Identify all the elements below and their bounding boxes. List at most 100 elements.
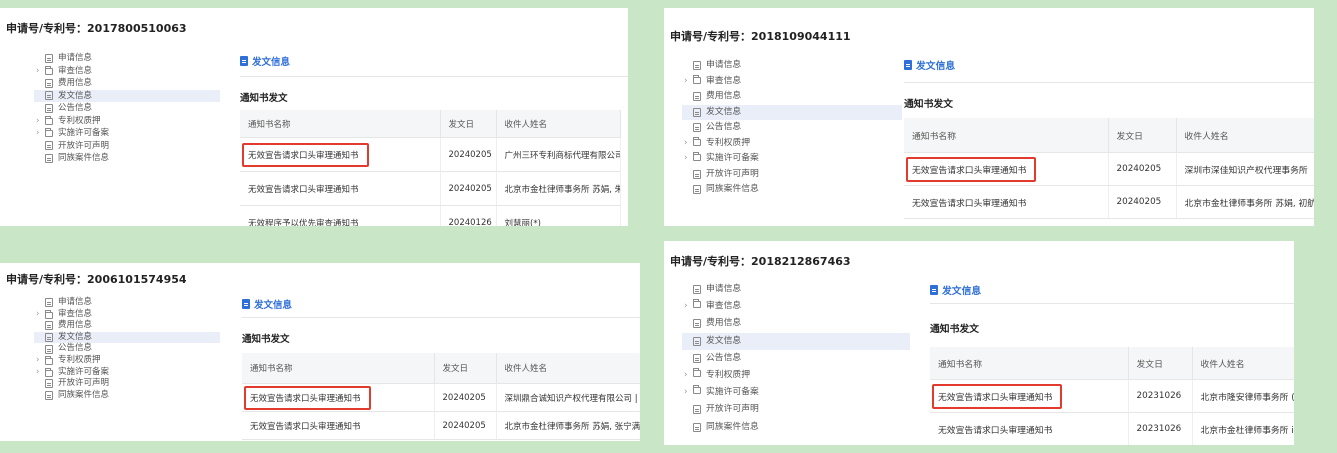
- tree-item-9[interactable]: 同族案件信息: [682, 419, 910, 436]
- tree-item-3[interactable]: 费用信息: [682, 315, 910, 332]
- tree-item-label: 发文信息: [706, 106, 742, 117]
- expand-arrow-icon[interactable]: ›: [684, 367, 692, 384]
- tree-item-6[interactable]: › 专利权质押: [682, 367, 910, 384]
- tree-item-label: 费用信息: [58, 78, 93, 88]
- tree-item-2[interactable]: › 审查信息: [34, 65, 220, 78]
- expand-arrow-icon[interactable]: ›: [684, 151, 692, 167]
- notice-name-cell[interactable]: 无效程序予以优先审查通知书: [240, 205, 441, 227]
- tree-item-1[interactable]: 申请信息: [682, 281, 910, 298]
- document-icon: [930, 285, 938, 295]
- table-row[interactable]: 无效宣告请求口头审理通知书 20240205 北京市金杜律师事务所 苏娟, 初航: [904, 185, 1314, 219]
- tree-item-5[interactable]: 公告信息: [34, 343, 220, 355]
- table-row[interactable]: 无效宣告请求口头审理通知书 20231026 北京市金杜律师事务所 i: [930, 412, 1294, 445]
- table-row[interactable]: 无效宣告请求口头审理通知书 20240205 深圳鼎合诚知识产权代理有限公司 |: [242, 383, 640, 412]
- document-icon: [693, 169, 701, 179]
- table-row[interactable]: 无效宣告请求口头审理通知书 20240205 北京市金杜律师事务所 苏娟, 朱利: [240, 171, 621, 206]
- tree-item-7[interactable]: › 实施许可备案: [682, 384, 910, 401]
- tree-item-9[interactable]: 同族案件信息: [682, 182, 902, 198]
- expand-arrow-icon[interactable]: ›: [36, 355, 44, 367]
- document-icon: [693, 123, 701, 133]
- nav-tree: 申请信息 › 审查信息 费用信息 发文信息 公告信息 › 专利权质押 › 实施许可备案 开放许可声明…: [682, 58, 902, 198]
- expand-arrow-icon[interactable]: ›: [684, 136, 692, 152]
- expand-arrow-icon[interactable]: ›: [684, 298, 692, 315]
- recipient-cell: 北京市金杜律师事务所 苏娟, 初航: [1176, 185, 1314, 219]
- patent-number-value: 2006101574954: [87, 273, 187, 286]
- tree-item-5[interactable]: 公告信息: [34, 102, 220, 115]
- notice-name-cell[interactable]: 无效宣告请求口头审理通知书: [904, 185, 1109, 219]
- tree-item-9[interactable]: 同族案件信息: [34, 152, 220, 165]
- expand-arrow-icon[interactable]: ›: [36, 65, 44, 78]
- notice-name-cell[interactable]: 无效宣告请求口头审理通知书: [242, 383, 435, 412]
- notice-name[interactable]: 无效宣告请求口头审理通知书: [248, 185, 359, 195]
- notice-name-cell[interactable]: 无效宣告请求口头审理通知书: [240, 171, 441, 206]
- expand-arrow-icon[interactable]: ›: [684, 74, 692, 90]
- notice-name-cell[interactable]: 无效宣告请求口头审理通知书: [904, 152, 1109, 186]
- tree-item-2[interactable]: › 审查信息: [682, 298, 910, 315]
- tree-item-7[interactable]: › 实施许可备案: [34, 127, 220, 140]
- tree-item-1[interactable]: 申请信息: [34, 52, 220, 65]
- document-icon: [45, 78, 53, 88]
- tree-item-4[interactable]: 发文信息: [34, 89, 220, 102]
- notice-table: 通知书名称 发文日 收件人姓名 无效宣告请求口头审理通知书 20240205 深圳市深佳知…: [904, 118, 1314, 219]
- tree-item-label: 公告信息: [58, 343, 93, 354]
- notice-name-cell[interactable]: 无效宣告请求口头审理通知书: [242, 411, 435, 440]
- folder-icon: [693, 152, 701, 161]
- highlighted-notice-name[interactable]: 无效宣告请求口头审理通知书: [932, 383, 1063, 409]
- record-panel-4: 申请号/专利号：2018212867463 申请信息 › 审查信息 费用信息 发文信息 公告…: [664, 241, 1294, 445]
- tree-item-4[interactable]: 发文信息: [682, 332, 910, 350]
- tree-item-4[interactable]: 发文信息: [682, 104, 902, 120]
- highlighted-notice-name[interactable]: 无效宣告请求口头审理通知书: [906, 156, 1037, 182]
- tree-item-5[interactable]: 公告信息: [682, 120, 902, 136]
- tree-item-label: 开放许可声明: [706, 168, 759, 179]
- tree-item-3[interactable]: 费用信息: [682, 89, 902, 105]
- tree-item-8[interactable]: 开放许可声明: [682, 167, 902, 183]
- tree-item-6[interactable]: › 专利权质押: [34, 115, 220, 128]
- expand-arrow-icon[interactable]: ›: [36, 115, 44, 128]
- tree-item-9[interactable]: 同族案件信息: [34, 390, 220, 402]
- expand-arrow-icon[interactable]: ›: [36, 367, 44, 379]
- document-icon: [45, 141, 53, 151]
- tree-item-label: 审查信息: [706, 75, 742, 86]
- tree-item-8[interactable]: 开放许可声明: [34, 140, 220, 153]
- tree-item-7[interactable]: › 实施许可备案: [682, 151, 902, 167]
- expand-arrow-icon[interactable]: ›: [36, 127, 44, 140]
- table-row[interactable]: 无效宣告请求口头审理通知书 20231026 北京市隆安律师事务所 (: [930, 379, 1294, 413]
- tree-item-8[interactable]: 开放许可声明: [34, 378, 220, 390]
- highlighted-notice-name[interactable]: 无效宣告请求口头审理通知书: [244, 385, 371, 410]
- tree-item-6[interactable]: › 专利权质押: [682, 136, 902, 152]
- tree-item-3[interactable]: 费用信息: [34, 320, 220, 332]
- table-row[interactable]: 无效宣告请求口头审理通知书 20240205 深圳市深佳知识产权代理事务所: [904, 152, 1314, 186]
- tree-item-label: 申请信息: [706, 284, 742, 294]
- tree-item-2[interactable]: › 审查信息: [682, 74, 902, 90]
- tree-item-1[interactable]: 申请信息: [682, 58, 902, 74]
- notice-name[interactable]: 无效宣告请求口头审理通知书: [938, 426, 1052, 436]
- tree-item-1[interactable]: 申请信息: [34, 297, 220, 309]
- document-icon: [693, 107, 701, 117]
- tree-item-6[interactable]: › 专利权质押: [34, 355, 220, 367]
- highlighted-notice-name[interactable]: 无效宣告请求口头审理通知书: [242, 142, 369, 167]
- notice-name[interactable]: 无效宣告请求口头审理通知书: [912, 199, 1026, 209]
- table-row[interactable]: 无效程序予以优先审查通知书 20240126 刘慧丽(*): [240, 205, 621, 227]
- tree-item-label: 公告信息: [706, 352, 742, 363]
- expand-arrow-icon[interactable]: ›: [684, 384, 692, 401]
- column-header: 通知书名称: [242, 353, 435, 384]
- tree-item-label: 发文信息: [706, 335, 742, 346]
- notice-name-cell[interactable]: 无效宣告请求口头审理通知书: [240, 137, 441, 172]
- tree-item-5[interactable]: 公告信息: [682, 350, 910, 367]
- notice-name[interactable]: 无效程序予以优先审查通知书: [248, 219, 359, 227]
- nav-tree: 申请信息 › 审查信息 费用信息 发文信息 公告信息 › 专利权质押 › 实施许可备案 开放许可声明…: [34, 52, 220, 165]
- expand-arrow-icon[interactable]: ›: [36, 309, 44, 321]
- tree-item-8[interactable]: 开放许可声明: [682, 401, 910, 418]
- table-row[interactable]: 无效宣告请求口头审理通知书 20240205 广州三环专利商标代理有限公司 I: [240, 137, 621, 172]
- tree-item-3[interactable]: 费用信息: [34, 77, 220, 90]
- column-header: 通知书名称: [240, 110, 441, 138]
- notice-name-cell[interactable]: 无效宣告请求口头审理通知书: [930, 412, 1129, 445]
- notice-name-cell[interactable]: 无效宣告请求口头审理通知书: [930, 379, 1129, 413]
- divider: [242, 317, 640, 318]
- document-icon: [45, 321, 53, 331]
- notice-name[interactable]: 无效宣告请求口头审理通知书: [250, 422, 361, 432]
- tree-item-4[interactable]: 发文信息: [34, 331, 220, 344]
- table-row[interactable]: 无效宣告请求口头审理通知书 20240205 北京市金杜律师事务所 苏娟, 张宁满: [242, 411, 640, 440]
- tree-item-2[interactable]: › 审查信息: [34, 309, 220, 321]
- tree-item-7[interactable]: › 实施许可备案: [34, 367, 220, 379]
